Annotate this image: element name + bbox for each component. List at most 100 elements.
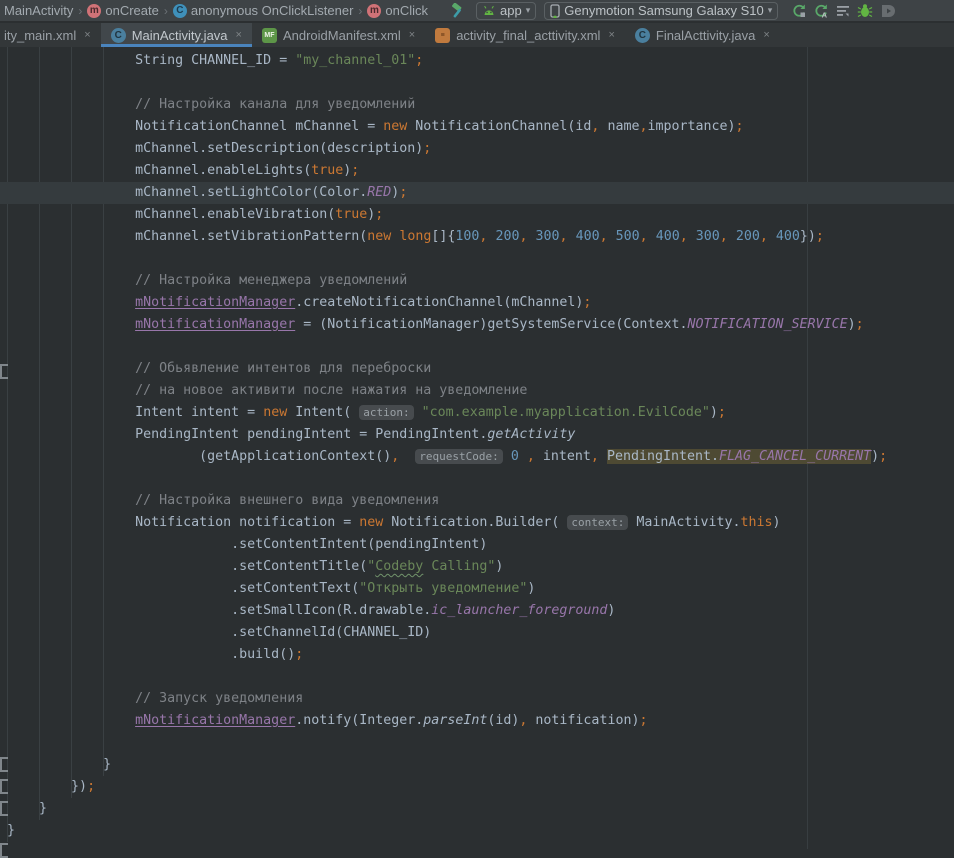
breadcrumb-item[interactable]: m onCreate: [85, 3, 160, 18]
code-line[interactable]: String CHANNEL_ID = "my_channel_01";: [0, 50, 954, 72]
close-icon[interactable]: ×: [84, 29, 90, 41]
code-line[interactable]: }: [0, 754, 954, 776]
code-token: 400: [776, 229, 800, 244]
code-line[interactable]: // Обьявление интентов для переброски: [0, 358, 954, 380]
java-class-icon: C: [111, 28, 126, 43]
code-token: mNotificationManager: [135, 317, 295, 332]
code-line[interactable]: // Запуск уведомления: [0, 688, 954, 710]
close-icon[interactable]: ×: [763, 29, 769, 41]
svg-text:A: A: [822, 10, 828, 19]
code-editor[interactable]: String CHANNEL_ID = "my_channel_01"; // …: [0, 47, 954, 849]
code-line[interactable]: }: [0, 820, 954, 842]
code-line[interactable]: mNotificationManager.notify(Integer.pars…: [0, 710, 954, 732]
breadcrumb-item[interactable]: MainActivity: [0, 3, 75, 18]
code-area[interactable]: String CHANNEL_ID = "my_channel_01"; // …: [0, 47, 954, 842]
code-line[interactable]: .setContentIntent(pendingIntent): [0, 534, 954, 556]
code-line[interactable]: .build();: [0, 644, 954, 666]
code-line[interactable]: (getApplicationContext(), requestCode: 0…: [0, 446, 954, 468]
close-icon[interactable]: ×: [236, 29, 242, 41]
code-line[interactable]: });: [0, 776, 954, 798]
code-line[interactable]: mNotificationManager.createNotificationC…: [0, 292, 954, 314]
code-token: mChannel.setVibrationPattern(: [135, 229, 367, 244]
breadcrumb-label: onCreate: [105, 3, 158, 18]
phone-icon: [550, 4, 560, 18]
tab-androidmanifest-xml[interactable]: MF AndroidManifest.xml ×: [252, 23, 425, 47]
code-token: NotificationChannel mChannel =: [135, 119, 383, 134]
code-line[interactable]: // Настройка внешнего вида уведомления: [0, 490, 954, 512]
debug-bug-icon[interactable]: [854, 1, 876, 21]
code-token: ): [871, 449, 879, 464]
code-line[interactable]: Notification notification = new Notifica…: [0, 512, 954, 534]
device-selector-dropdown[interactable]: Genymotion Samsung Galaxy S10 ▾: [544, 2, 778, 20]
code-token: 300: [536, 229, 560, 244]
build-hammer-icon[interactable]: [446, 1, 468, 21]
code-line[interactable]: .setSmallIcon(R.drawable.ic_launcher_for…: [0, 600, 954, 622]
code-token: FLAG_CANCEL_CURRENT: [719, 449, 871, 464]
code-token: // на новое активити после нажатия на ув…: [135, 383, 527, 398]
code-token: []{: [431, 229, 455, 244]
code-line[interactable]: [0, 732, 954, 754]
code-token: ;: [856, 317, 864, 332]
code-line[interactable]: .setContentText("Открыть уведомление"): [0, 578, 954, 600]
fold-marker[interactable]: [0, 364, 8, 379]
code-line[interactable]: [0, 248, 954, 270]
chevron-down-icon: ▾: [526, 5, 531, 16]
breadcrumb-item[interactable]: m onClick: [365, 3, 430, 18]
code-line[interactable]: [0, 468, 954, 490]
tab-activity-main-xml[interactable]: ity_main.xml ×: [0, 23, 101, 47]
code-token: // Запуск уведомления: [135, 691, 303, 706]
run-configuration-dropdown[interactable]: app ▾: [476, 2, 536, 20]
code-token: ): [710, 405, 718, 420]
profile-app-icon[interactable]: [876, 1, 898, 21]
code-line[interactable]: mChannel.setLightColor(Color.RED);: [0, 182, 954, 204]
code-line[interactable]: .setChannelId(CHANNEL_ID): [0, 622, 954, 644]
close-icon[interactable]: ×: [409, 29, 415, 41]
code-line[interactable]: mChannel.setVibrationPattern(new long[]{…: [0, 226, 954, 248]
code-token: mChannel.enableLights(: [135, 163, 311, 178]
code-token: requestCode:: [415, 449, 502, 464]
code-line[interactable]: [0, 666, 954, 688]
breadcrumb-item[interactable]: C anonymous OnClickListener: [171, 3, 356, 18]
code-token: ;: [718, 405, 726, 420]
code-token: PendingIntent pendingIntent = PendingInt…: [135, 427, 487, 442]
code-token: }: [7, 823, 15, 838]
rerun-activity-icon[interactable]: [788, 1, 810, 21]
code-line[interactable]: [0, 336, 954, 358]
code-line[interactable]: PendingIntent pendingIntent = PendingInt…: [0, 424, 954, 446]
code-token: .notify(Integer.: [295, 713, 423, 728]
code-line[interactable]: mChannel.setDescription(description);: [0, 138, 954, 160]
code-line[interactable]: mChannel.enableLights(true);: [0, 160, 954, 182]
tab-activity-final-acttivity-xml[interactable]: ≡ activity_final_acttivity.xml ×: [425, 23, 625, 47]
code-line[interactable]: NotificationChannel mChannel = new Notif…: [0, 116, 954, 138]
tab-finalacttivity-java[interactable]: C FinalActtivity.java ×: [625, 23, 780, 47]
fold-marker[interactable]: [0, 801, 8, 816]
anonymous-class-icon: C: [173, 4, 187, 18]
code-line[interactable]: // Настройка канала для уведомлений: [0, 94, 954, 116]
code-token: name: [599, 119, 639, 134]
code-line[interactable]: Intent intent = new Intent( action: "com…: [0, 402, 954, 424]
code-token: [648, 229, 656, 244]
code-line[interactable]: .setContentTitle("Codeby Calling"): [0, 556, 954, 578]
close-icon[interactable]: ×: [608, 29, 614, 41]
apply-code-changes-icon[interactable]: A: [810, 1, 832, 21]
profiler-sessions-icon[interactable]: [832, 1, 854, 21]
fold-marker[interactable]: [0, 757, 8, 772]
code-line[interactable]: // Настройка менеджера уведомлений: [0, 270, 954, 292]
code-token: NOTIFICATION_SERVICE: [687, 317, 847, 332]
code-token: ,: [640, 229, 648, 244]
code-line[interactable]: [0, 72, 954, 94]
code-token: = (NotificationManager)getSystemService(…: [295, 317, 687, 332]
code-token: mChannel.enableVibration(: [135, 207, 335, 222]
code-line[interactable]: }: [0, 798, 954, 820]
fold-marker[interactable]: [0, 779, 8, 794]
code-line[interactable]: mNotificationManager = (NotificationMana…: [0, 314, 954, 336]
tab-mainactivity-java[interactable]: C MainActivity.java ×: [101, 23, 252, 47]
code-token: (getApplicationContext(): [199, 449, 391, 464]
code-token: 200: [495, 229, 519, 244]
code-line[interactable]: mChannel.enableVibration(true);: [0, 204, 954, 226]
code-token: ;: [295, 647, 303, 662]
code-line[interactable]: // на новое активити после нажатия на ув…: [0, 380, 954, 402]
chevron-down-icon: ▾: [768, 5, 773, 16]
code-token: MainActivity.: [628, 515, 740, 530]
fold-marker[interactable]: [0, 843, 8, 858]
